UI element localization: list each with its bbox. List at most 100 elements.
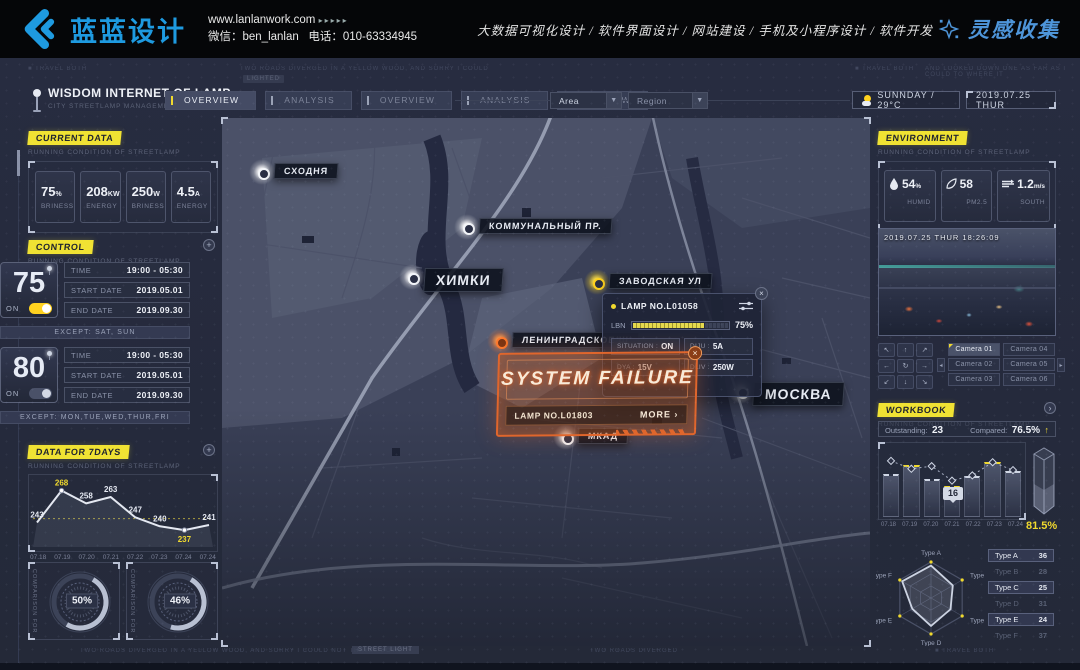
pan-up-right-button[interactable]: ↗ (916, 343, 933, 357)
camera-button-5[interactable]: Camera 05 (1003, 358, 1055, 371)
type-row-c[interactable]: Type C25 (988, 581, 1054, 594)
pan-down-button[interactable]: ↓ (897, 375, 914, 389)
svg-text:241: 241 (202, 513, 216, 522)
reset-button[interactable]: ↻ (897, 359, 914, 373)
panel-label: CURRENT DATA (27, 131, 122, 145)
brightness-box: 75 ON (0, 262, 58, 318)
map-label[interactable]: КОММУНАЛЬНЫЙ ПР. (478, 218, 612, 234)
workbook-stats: Outstanding: 23 Compared: 76.5% ↑ (878, 421, 1056, 437)
x-tick: 07.22 (966, 522, 981, 528)
area-dropdown[interactable]: Area ▼ (550, 92, 622, 109)
map-label[interactable]: СХОДНЯ (273, 163, 338, 179)
x-tick: 07.23 (151, 554, 167, 561)
stat-energy: 208KW ENERGY (80, 171, 120, 223)
street-light-badge: STREET LIGHT (352, 646, 419, 654)
bulb-icon (47, 351, 52, 356)
decor-text: AND LOOKED DOWN ONE AS FAR AS I COULD TO… (925, 66, 1080, 78)
type-row-d[interactable]: Type D31 (988, 597, 1054, 610)
type-row-a[interactable]: Type A36 (988, 549, 1054, 562)
brand-url[interactable]: www.lanlanwork.com (208, 14, 315, 26)
camera-prev-button[interactable]: ◂ (937, 358, 945, 372)
decor-text: ■ TRAVEL BOTH (855, 66, 914, 72)
add-schedule-button[interactable]: + (203, 239, 215, 251)
sun-cloud-icon (862, 95, 871, 106)
svg-text:258: 258 (79, 491, 93, 500)
date-text: 2019.07.25 THUR (976, 90, 1046, 110)
week-data-panel: DATA FOR 7DAYS RUNNING CONDITION OF STRE… (28, 442, 218, 561)
system-failure-popup: × SYSTEM FAILURE LAMP NO.L01803 MORE › (496, 351, 698, 437)
arrows-decoration: ▸▸▸▸▸ (319, 16, 349, 25)
map-label[interactable]: ЗАВОДСКАЯ УЛ (608, 273, 712, 289)
lbn-progressbar[interactable] (631, 321, 730, 330)
panel-label: WORKBOOK (877, 403, 955, 417)
trend-up-icon: ↑ (1045, 425, 1050, 435)
x-tick: 07.24 (175, 554, 191, 561)
bar (984, 462, 1000, 517)
workbook-next-button[interactable]: › (1044, 402, 1056, 414)
pan-left-button[interactable]: ← (878, 359, 895, 373)
camera-button-6[interactable]: Camera 06 (1003, 373, 1055, 386)
expand-chart-button[interactable]: + (203, 444, 215, 456)
camera-dpad: ↖ ↑ ↗ ← ↻ → ↙ ↓ ↘ (878, 343, 933, 389)
env-humidity: 54% HUMID (884, 170, 936, 222)
map-label[interactable]: МОСКВА (752, 382, 844, 406)
schedule-toggle[interactable] (29, 388, 52, 399)
close-icon[interactable]: × (755, 287, 768, 300)
camera-button-3[interactable]: Camera 03 (948, 373, 1000, 386)
decor-chip: LIGHTED (243, 75, 284, 83)
sliders-icon[interactable] (739, 301, 753, 311)
dashboard: ■ TRAVEL BOTH TWO ROADS DIVERGED IN A YE… (0, 58, 1080, 670)
env-pm25: 58 PM2.5 (941, 170, 993, 222)
type-row-f[interactable]: Type F37 (988, 629, 1054, 642)
brand-phone: 电话：010-63334945 (308, 31, 417, 43)
x-tick: 07.23 (987, 522, 1002, 528)
inspiration-collect[interactable]: 灵感收集 (938, 14, 1060, 44)
svg-text:243: 243 (30, 510, 44, 519)
schedule-1: 75 ON TIME 19:00 - 05:30 START DATE 2019… (0, 262, 190, 318)
x-tick: 07.21 (103, 554, 119, 561)
stat-briness-w: 250W BRINESS (126, 171, 166, 223)
pin-glow-icon (454, 214, 480, 240)
pin-glow-icon (487, 328, 513, 354)
map-label[interactable]: ХИМКИ (423, 268, 503, 292)
star-icon (938, 18, 960, 40)
left-ruler-decoration (18, 150, 19, 670)
week-x-axis: 07.1807.1907.2007.2107.2207.2307.2407.24 (28, 554, 218, 561)
workbook-x-axis: 07.1807.1907.2007.2107.2207.2307.24 (878, 522, 1026, 528)
tab-overview-1[interactable]: OVERVIEW (165, 91, 256, 110)
camera-next-button[interactable]: ▸ (1057, 358, 1065, 372)
camera-button-2[interactable]: Camera 02 (948, 358, 1000, 371)
type-row-b[interactable]: Type B28 (988, 565, 1054, 578)
time-field: TIME 19:00 - 05:30 (64, 262, 190, 278)
pan-up-button[interactable]: ↑ (897, 343, 914, 357)
pan-down-left-button[interactable]: ↙ (878, 375, 895, 389)
type-row-e[interactable]: Type E24 (988, 613, 1054, 626)
tab-analysis-1[interactable]: ANALYSIS (265, 91, 352, 110)
bulb-icon (47, 266, 52, 271)
camera-feed[interactable]: 2019.07.25 THUR 18:26:09 (878, 228, 1056, 336)
bar (1005, 471, 1021, 517)
region-dropdown[interactable]: Region ▼ (628, 92, 708, 109)
decor-text: ■ TRAVEL BOTH (935, 648, 994, 654)
decor-text: ■ TRAVEL BOTH (28, 66, 87, 72)
camera-button-1[interactable]: Camera 01 (948, 343, 1000, 356)
svg-text:240: 240 (153, 514, 167, 523)
gauge-value: 50% (66, 594, 98, 609)
pan-down-right-button[interactable]: ↘ (916, 375, 933, 389)
weather-box: SUNNDAY / 29°C (852, 91, 960, 109)
x-tick: 07.20 (78, 554, 94, 561)
pan-up-left-button[interactable]: ↖ (878, 343, 895, 357)
failure-lamp-id: LAMP NO.L01803 (514, 410, 593, 421)
svg-text:Type F: Type F (876, 573, 892, 580)
lbn-progress-rest (705, 323, 728, 328)
schedule-toggle[interactable] (29, 303, 52, 314)
date-box: 2019.07.25 THUR (966, 91, 1056, 109)
svg-text:247: 247 (129, 505, 143, 514)
tab-overview-2[interactable]: OVERVIEW (361, 91, 452, 110)
camera-button-4[interactable]: Camera 04 (1003, 343, 1055, 356)
x-tick: 07.19 (902, 522, 917, 528)
except-days-bar: EXCEPT: MON,TUE,WED,THUR,FRI (0, 411, 190, 424)
more-button[interactable]: MORE › (640, 409, 679, 419)
pan-right-button[interactable]: → (916, 359, 933, 373)
brand-logo[interactable]: 蓝蓝设计 (0, 7, 186, 51)
